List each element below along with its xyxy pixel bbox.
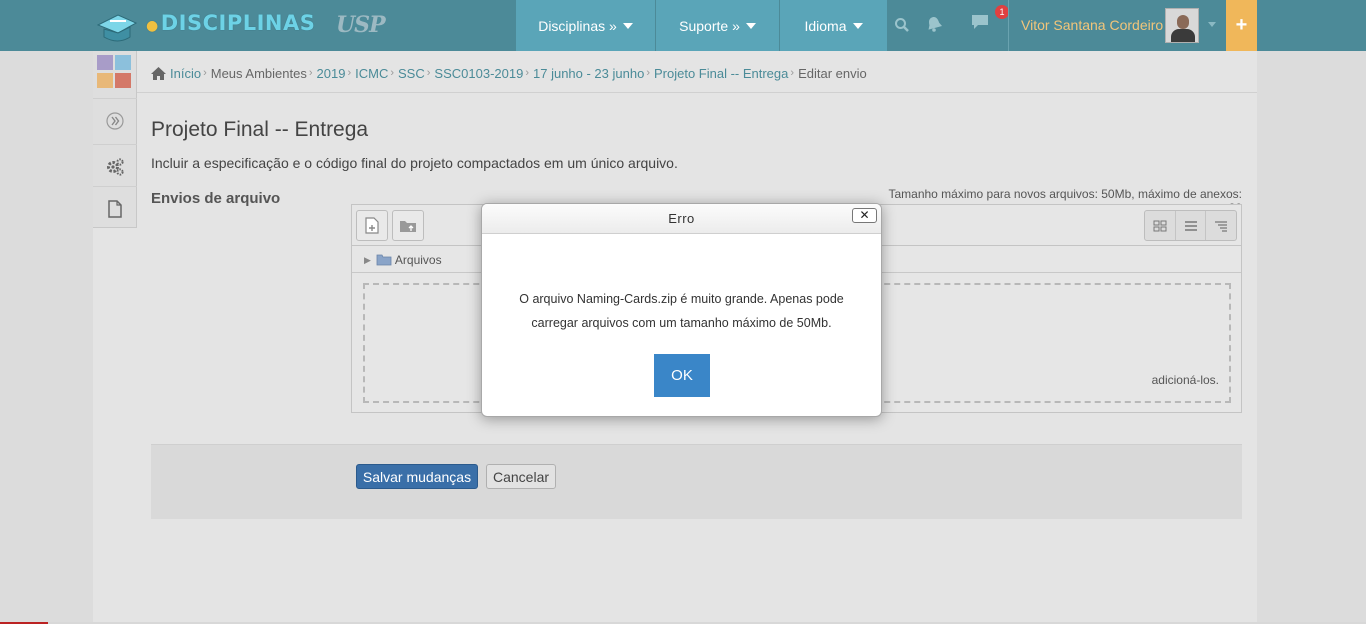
breadcrumb-separator: › (646, 67, 650, 79)
messages-icon[interactable] (971, 14, 989, 30)
menu-suporte-label: Suporte » (679, 17, 740, 34)
dialog-message-line-2: carregar arquivos com um tamanho máximo … (531, 316, 832, 330)
user-menu-chevron-icon[interactable] (1208, 22, 1216, 27)
breadcrumb-item-inicio[interactable]: Início (170, 66, 201, 81)
ok-button[interactable]: OK (654, 354, 710, 397)
create-folder-button[interactable] (392, 210, 424, 241)
page-description: Incluir a especificação e o código final… (151, 155, 678, 171)
breadcrumb-item-course[interactable]: SSC0103-2019 (434, 66, 523, 81)
breadcrumb-separator: › (203, 67, 207, 79)
dialog-title: Erro (668, 211, 695, 226)
cancel-button[interactable]: Cancelar (486, 464, 556, 489)
expand-triangle-icon[interactable]: ▶ (364, 255, 371, 266)
menu-suporte[interactable]: Suporte » (656, 0, 780, 51)
view-mode-group (1144, 210, 1237, 241)
breadcrumb-item-ssc[interactable]: SSC (398, 66, 425, 81)
breadcrumb-item-2019[interactable]: 2019 (317, 66, 346, 81)
dropzone-text: adicioná-los. (1151, 373, 1219, 387)
breadcrumb-separator: › (308, 67, 313, 79)
breadcrumb-separator: › (790, 67, 795, 79)
breadcrumb-separator: › (390, 67, 395, 79)
close-icon[interactable]: ✕ (852, 208, 877, 223)
list-view-icon (1184, 220, 1197, 231)
dialog-message-line-1: O arquivo Naming-Cards.zip é muito grand… (519, 292, 844, 306)
add-file-icon (365, 217, 379, 234)
nav-divider (1008, 0, 1009, 51)
grid-tile (97, 55, 113, 70)
breadcrumb-divider (137, 92, 1257, 93)
breadcrumb-item-assignment[interactable]: Projeto Final -- Entrega (654, 66, 788, 81)
avatar[interactable] (1165, 8, 1199, 43)
menu-idioma[interactable]: Idioma (780, 0, 888, 51)
menu-idioma-label: Idioma (804, 17, 847, 34)
avatar-body (1171, 29, 1195, 42)
file-manager-path: ▶ Arquivos (364, 253, 442, 267)
avatar-head (1177, 15, 1189, 29)
main-menu: Disciplinas » Suporte » Idioma (516, 0, 888, 51)
tree-view-icon (1215, 220, 1228, 232)
grid-tile (115, 55, 131, 70)
chevron-down-icon (745, 22, 756, 29)
home-icon[interactable] (150, 66, 167, 81)
dialog-message: O arquivo Naming-Cards.zip é muito grand… (502, 287, 861, 335)
form-actions-area (151, 444, 1242, 519)
view-list-button[interactable] (1176, 211, 1207, 240)
chevron-down-icon (852, 22, 863, 29)
grid-tile (115, 73, 131, 88)
usp-logo: USP (336, 12, 386, 38)
breadcrumb-separator: › (347, 67, 352, 79)
folder-icon (376, 254, 392, 266)
document-icon (108, 199, 122, 218)
grid-view-icon (1153, 220, 1167, 231)
dialog-header: Erro ✕ (482, 204, 881, 234)
add-file-button[interactable] (356, 210, 388, 241)
file-submissions-label: Envios de arquivo (151, 190, 281, 207)
expand-drawer-button[interactable] (93, 98, 137, 142)
user-name[interactable]: Vitor Santana Cordeiro (1021, 17, 1163, 33)
notification-bell-icon[interactable] (926, 15, 942, 32)
breadcrumb-separator: › (525, 67, 529, 79)
search-icon[interactable] (894, 17, 910, 33)
view-tree-button[interactable] (1206, 211, 1236, 240)
chevron-down-icon (622, 22, 633, 29)
menu-disciplinas-label: Disciplinas » (538, 17, 617, 34)
breadcrumb-item-week[interactable]: 17 junho - 23 junho (533, 66, 644, 81)
site-logo[interactable]: ●DISCIPLINAS (96, 9, 315, 45)
save-changes-button[interactable]: Salvar mudanças (356, 464, 478, 489)
message-count-badge: 1 (995, 5, 1009, 19)
double-chevron-right-icon (106, 111, 124, 130)
logo-text: ●DISCIPLINAS (146, 11, 316, 35)
course-grid-icon[interactable] (97, 55, 133, 89)
logo-mark-icon (96, 14, 138, 42)
settings-button[interactable] (93, 144, 137, 188)
grid-tile (97, 73, 113, 88)
breadcrumb-item-meus-ambientes: Meus Ambientes (210, 65, 307, 81)
breadcrumb-item-icmc[interactable]: ICMC (355, 66, 388, 81)
view-icons-button[interactable] (1145, 211, 1176, 240)
page-title: Projeto Final -- Entrega (151, 118, 369, 141)
add-block-button[interactable]: + (1226, 0, 1257, 51)
gears-icon (107, 157, 124, 176)
breadcrumb-item-current: Editar envio (798, 65, 867, 81)
folder-upload-icon (400, 221, 416, 232)
folder-label[interactable]: Arquivos (395, 253, 442, 267)
menu-disciplinas[interactable]: Disciplinas » (516, 0, 656, 51)
error-dialog: Erro ✕ O arquivo Naming-Cards.zip é muit… (481, 203, 882, 417)
page-button[interactable] (93, 186, 137, 230)
breadcrumb-separator: › (426, 67, 431, 79)
breadcrumb: Início › Meus Ambientes › 2019 › ICMC › SSC ›… (150, 64, 867, 82)
